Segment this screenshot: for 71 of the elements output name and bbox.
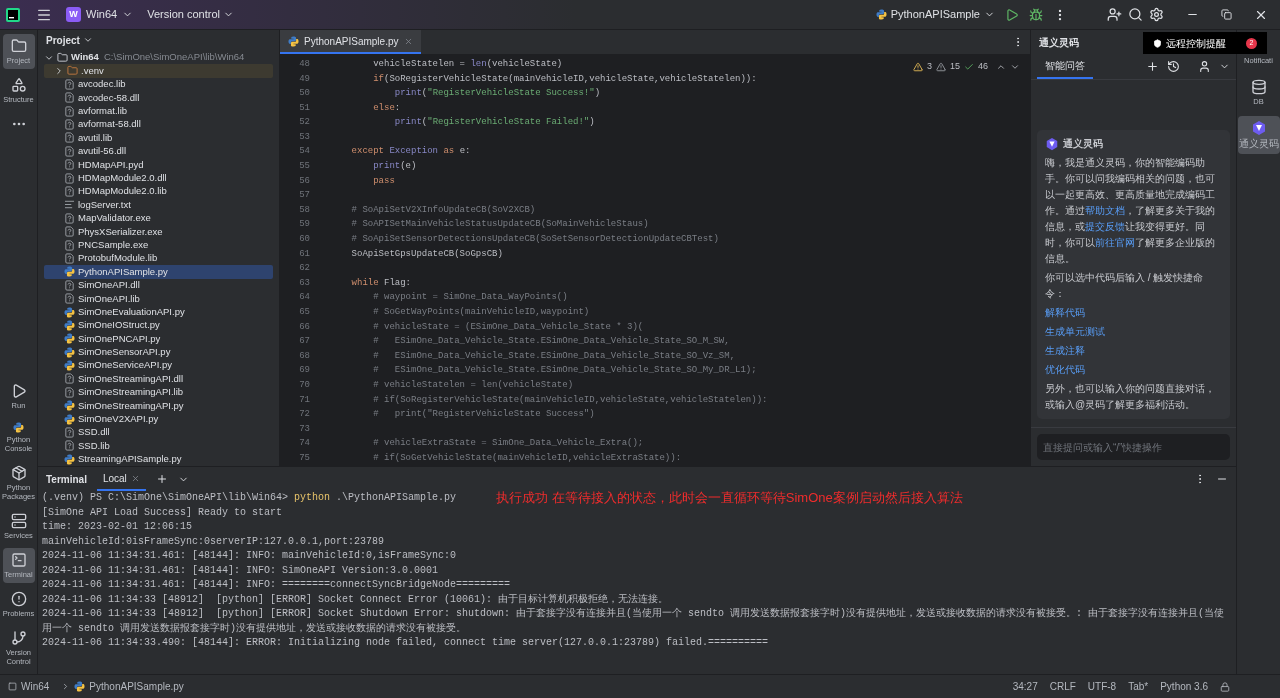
code-line: while Flag: [350,276,411,290]
code-line: # ESimOne_Data_Vehicle_State.ESimOne_Data_Vehicle_State_SO_My_DR_L1); [372,364,757,378]
line-number: 51 [298,101,310,115]
line-number: 59 [298,218,310,232]
panel-title: Terminal [46,472,87,487]
line-number: 56 [298,174,310,188]
command-hint: 你可以选中代码后输入 / 触发快捷命令： [1045,270,1205,301]
line-number: 68 [298,349,310,363]
terminal-line: 2024-11-06 11:34:31.461: [48144]: INFO: ========connectSyncBridgeNode========= [42,578,512,592]
line-number: 66 [298,320,310,334]
line-number: 75 [298,451,310,465]
line-number: 69 [298,364,310,378]
terminal-line: mainVehicleId:0isFrameSync:0serverIP:127.0.0.1,port:23789 [42,534,386,549]
terminal-line: [SimOne API Load Success] Ready to start [42,505,284,520]
terminal-line: 2024-11-06 11:34:31.461: [48144]: INFO: SimOneAPI Version:3.0.0001 [42,563,440,578]
line-number: 54 [298,145,310,159]
terminal-line: 2024-11-06 11:34:33 [48912] [python] [ERROR] Socket Shutdown Error: shutdown: 由于套接字没有连接并且(当使用一个 sendto 调用发送数据报套接字时)没有提供地址，发送或接收数据的请求没有被接受。: 由于套接字没有连接并且(当使用一个 sendto 调用发送数据报套接字时)没有提供地址，发送或接收数据的请求没有被接受。 [42,607,1226,636]
code-line: except Exception as e: [350,145,471,159]
code-line: vehicleStatelen = len(vehicleState) [372,57,563,71]
code-line: if(SoRegisterVehicleState(mainVehicleID,vehicleState,vehicleStatelen)): [372,72,757,86]
line-number: 48 [298,57,310,71]
code-line: # SoAPISetMainVehicleStatusUpdateCB(SoMainVehicleStaus) [350,218,649,232]
terminal-line: 2024-11-06 11:34:31.461: [48144]: INFO: mainVehicleId:0,isFrameSync:0 [42,549,458,563]
line-number: 65 [298,306,310,319]
code-line: # SoApiSetV2XInfoUpdateCB(SoV2XCB) [350,203,536,217]
code-line: print("RegisterVehicleState Success!") [393,87,601,101]
line-number: 60 [298,233,310,247]
line-number: 74 [298,437,310,451]
footer-message: 另外，也可以输入你的问题直接对话，或输入@灵码了解更多福利活动。 [1045,381,1216,412]
line-number: 55 [298,160,310,174]
annotation: 执行成功 在等待接入的状态，此时会一直循环等待SimOne案例启动然后接入算法 [496,491,963,506]
panel-title: Project [46,33,80,48]
code-line: # if(SoGetVehicleState(mainVehicleID,vehicleExtraState)): [372,451,682,465]
line-number: 62 [298,262,310,276]
folder-path: C:\SimOne\SimOneAPI\lib\Win64 [103,50,245,65]
card-title: 通义灵码 [1063,136,1103,151]
terminal-line: time: 2023-02-01 12:06:15 [42,520,194,534]
line-number: 53 [298,130,310,144]
line-number: 70 [298,379,310,392]
line-number: 63 [298,276,310,290]
line-number: 49 [298,72,310,86]
code-line: else: [372,101,401,115]
terminal-line: 2024-11-06 11:34:33 [48912] [python] [ERROR] Socket Connect Error (10061): 由于目标计算机积极拒绝，无法连接。 [42,592,670,607]
line-number: 61 [298,247,310,261]
line-number: 58 [298,203,310,217]
code-line: # SoGetWayPoints(mainVehicleID,waypoint) [372,306,590,319]
terminal-line: 2024-11-06 11:34:33.490: [48144]: ERROR: Initializing node failed, connect time server(127.0.0.1:23789) failed.========== [42,636,770,650]
terminal-command: (.venv) PS C:\SimOne\SimOneAPI\lib\Win64> python .\PythonAPISample.py [42,491,457,505]
code-line: # SoApiSetSensorDetectionsUpdateCB(SoSetSensorDetectionUpdateCBTest) [350,233,719,247]
line-number: 73 [298,422,310,436]
line-number: 64 [298,291,310,305]
code-line: print("RegisterVehicleState Failed!") [393,116,595,130]
line-number: 57 [298,189,310,203]
welcome-message: 嗨，我是通义灵码，你的智能编码助手。你可以问我编码相关的问题，也可以一起更高效、更高质量地完成编码工作。通过帮助文档，了解更多关于我的信息，或提交反馈让我变得更好。同时，你可以前往官网了解更多企业版的信息。 [1045,155,1216,266]
code-line: # vehicleStatelen = len(vehicleState) [372,379,574,392]
code-line: SoApiSetGpsUpdateCB(SoGpsCB) [350,247,503,261]
code-line: # vehicleExtraState = SimOne_Data_Vehicle_Extra(); [372,437,644,451]
code-line: # if(SoRegisterVehicleState(mainVehicleID,vehicleState,vehicleStatelen)): [372,393,768,407]
line-number: 52 [298,116,310,130]
line-number: 50 [298,87,310,101]
code-line: # print("RegisterVehicleState Success") [372,408,595,422]
code-line: pass [372,174,395,188]
code-line: # ESimOne_Data_Vehicle_State.ESimOne_Data_Vehicle_State_SO_Vz_SM, [372,349,736,363]
line-number: 67 [298,335,310,349]
line-number: 72 [298,408,310,422]
code-line: print(e) [372,160,417,174]
panel-title: 通义灵码 [1039,35,1079,50]
code-line: # ESimOne_Data_Vehicle_State.ESimOne_Data_Vehicle_State_SO_M_SW, [372,335,730,349]
code-line: # waypoint = SimOne_Data_WayPoints() [372,291,568,305]
line-number: 71 [298,393,310,407]
code-line: # vehicleState = (ESimOne_Data_Vehicle_State * 3)( [372,320,644,334]
